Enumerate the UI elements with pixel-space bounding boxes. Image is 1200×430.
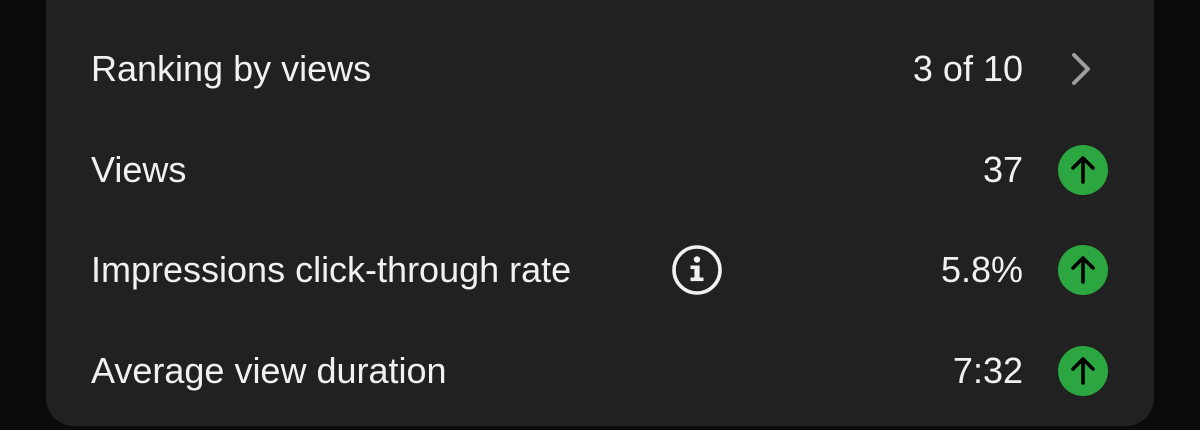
arrow-up-icon bbox=[1058, 245, 1108, 295]
views-value: 37 bbox=[982, 149, 1023, 190]
arrow-up-icon bbox=[1058, 145, 1108, 195]
ctr-value: 5.8% bbox=[940, 249, 1023, 290]
ctr-label: Impressions click-through rate bbox=[91, 249, 572, 290]
ranking-value: 3 of 10 bbox=[912, 48, 1023, 89]
views-row: Views 37 bbox=[46, 120, 1154, 220]
avg-duration-row: Average view duration 7:32 bbox=[46, 321, 1154, 421]
ranking-row[interactable]: Ranking by views 3 of 10 bbox=[46, 19, 1154, 119]
avg-duration-label: Average view duration bbox=[91, 350, 447, 391]
ctr-row: Impressions click-through rate 5.8% bbox=[46, 220, 1154, 320]
views-label: Views bbox=[91, 149, 187, 190]
chevron-right-icon[interactable] bbox=[1068, 49, 1096, 89]
ranking-label: Ranking by views bbox=[91, 48, 372, 89]
info-icon[interactable] bbox=[671, 244, 723, 296]
arrow-up-icon bbox=[1058, 346, 1108, 396]
avg-duration-value: 7:32 bbox=[952, 350, 1023, 391]
